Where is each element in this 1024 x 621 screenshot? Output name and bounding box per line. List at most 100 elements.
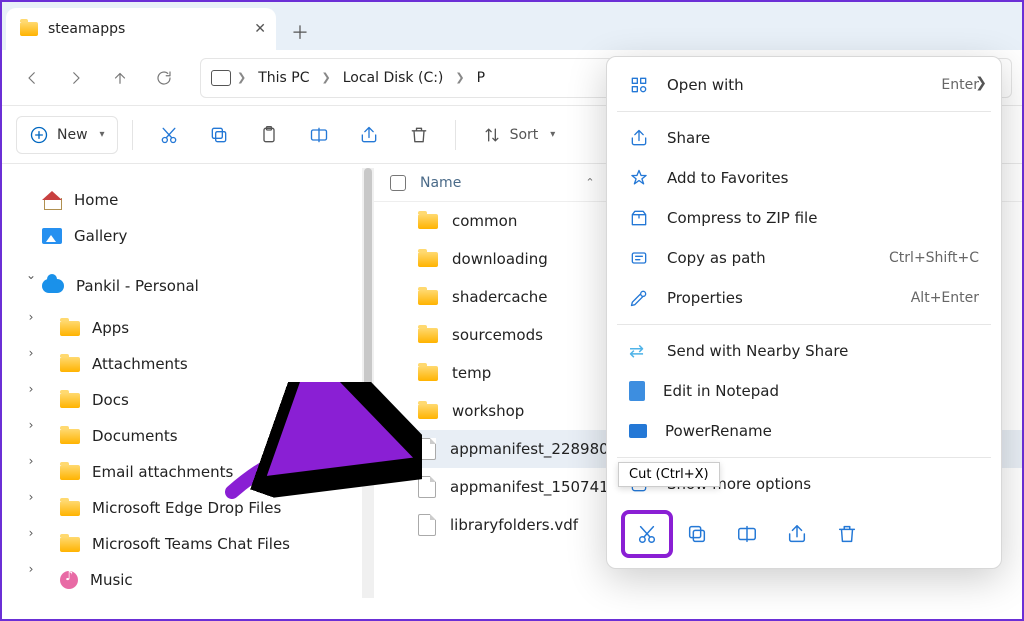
folder-icon [60,465,80,480]
shortcut: Alt+Enter [911,290,979,306]
cut-button[interactable] [147,116,191,154]
sidebar-home[interactable]: Home [20,182,362,218]
breadcrumb-item[interactable]: This PC [252,70,315,86]
separator [455,120,456,150]
ctx-properties[interactable]: Properties Alt+Enter [607,278,1001,318]
sidebar-label: Microsoft Edge Drop Files [92,499,281,517]
folder-icon [60,429,80,444]
tab-steamapps[interactable]: steamapps ✕ [6,8,276,50]
ctx-nearby-share[interactable]: ⇄Send with Nearby Share [607,331,1001,371]
tab-bar: steamapps ✕ ＋ [2,2,1022,50]
tab-title: steamapps [48,21,125,37]
ctx-copy-button[interactable] [675,514,719,554]
column-name[interactable]: Name [420,175,461,191]
tooltip-cut: Cut (Ctrl+X) [618,462,720,487]
sidebar-label: Email attachments [92,463,233,481]
ctx-notepad[interactable]: Edit in Notepad [607,371,1001,411]
file-name: downloading [452,250,548,268]
new-label: New [57,127,88,143]
ctx-powerrename[interactable]: PowerRename [607,411,1001,451]
folder-icon [418,328,438,343]
expand-icon[interactable]: › [24,526,38,540]
copy-button[interactable] [197,116,241,154]
chevron-right-icon: ❯ [322,71,331,84]
new-tab-button[interactable]: ＋ [282,14,318,50]
nav-pane: Home Gallery ⌄Pankil - Personal ›Apps ›A… [2,164,362,619]
share-button[interactable] [347,116,391,154]
select-all-checkbox[interactable] [390,175,406,191]
ctx-label: Share [667,129,710,147]
sort-button[interactable]: Sort ▾ [470,116,568,154]
sidebar-gallery[interactable]: Gallery [20,218,362,254]
sidebar-item[interactable]: Microsoft Edge Drop Files [20,490,362,526]
expand-icon[interactable]: › [24,418,38,432]
expand-icon[interactable]: › [24,382,38,396]
ctx-share[interactable]: Share [607,118,1001,158]
refresh-button[interactable] [144,58,184,98]
ctx-quick-actions [607,504,1001,560]
sidebar-onedrive[interactable]: Pankil - Personal [20,268,362,304]
sidebar-item[interactable]: Docs [20,382,362,418]
file-icon [418,514,436,536]
file-name: temp [452,364,491,382]
chevron-right-icon: ❯ [455,71,464,84]
sidebar-label: Documents [92,427,178,445]
sidebar-item[interactable]: Music [20,562,362,598]
ctx-open-with[interactable]: Open withEnter [607,65,1001,105]
notepad-icon [629,381,645,401]
sidebar-label: Apps [92,319,129,337]
file-name: libraryfolders.vdf [450,516,578,534]
folder-icon [418,290,438,305]
ctx-rename-button[interactable] [725,514,769,554]
folder-icon [60,537,80,552]
sidebar-item[interactable]: Email attachments [20,454,362,490]
back-button[interactable] [12,58,52,98]
chevron-right-icon: ❯ [975,75,987,91]
expand-icon[interactable]: › [24,562,38,576]
sidebar-label: Docs [92,391,129,409]
ctx-cut-button[interactable] [625,514,669,554]
forward-button[interactable] [56,58,96,98]
expand-icon[interactable]: › [24,454,38,468]
ctx-label: Copy as path [667,249,766,267]
ctx-delete-button[interactable] [825,514,869,554]
ctx-copy-path[interactable]: Copy as pathCtrl+Shift+C [607,238,1001,278]
powerrename-icon [629,424,647,438]
delete-button[interactable] [397,116,441,154]
sidebar-item[interactable]: Microsoft Teams Chat Files [20,526,362,562]
folder-icon [418,252,438,267]
close-tab-icon[interactable]: ✕ [254,21,266,37]
rename-button[interactable] [297,116,341,154]
folder-icon [60,357,80,372]
chevron-right-icon: ❯ [237,71,246,84]
pc-icon [211,70,231,86]
ctx-label: Properties [667,289,743,307]
sidebar-label: Pankil - Personal [76,277,199,295]
breadcrumb-item[interactable]: Local Disk (C:) [337,70,450,86]
ctx-label: Open with [667,76,744,94]
ctx-label: Compress to ZIP file [667,209,817,227]
up-button[interactable] [100,58,140,98]
sidebar-item[interactable]: Documents [20,418,362,454]
breadcrumb-item[interactable]: P [471,70,491,86]
expand-icon[interactable]: › [24,346,38,360]
ctx-compress[interactable]: Compress to ZIP file [607,198,1001,238]
file-icon [418,438,436,460]
context-menu: Open withEnter ❯ Share Add to Favorites … [606,56,1002,569]
expand-icon[interactable]: › [24,490,38,504]
paste-button[interactable] [247,116,291,154]
expand-icon[interactable]: › [24,310,38,324]
separator [132,120,133,150]
ctx-label: Edit in Notepad [663,382,779,400]
sidebar-item[interactable]: Apps [20,310,362,346]
sidebar-item[interactable]: Attachments [20,346,362,382]
ctx-label: PowerRename [665,422,772,440]
scrollbar[interactable] [362,168,374,598]
checkbox-checked[interactable]: ✓ [390,441,406,457]
ctx-share-button[interactable] [775,514,819,554]
chevron-down-icon: ▾ [550,129,555,140]
new-button[interactable]: New ▾ [16,116,118,154]
collapse-icon[interactable]: ⌄ [24,268,38,282]
ctx-favorites[interactable]: Add to Favorites [607,158,1001,198]
sidebar-label: Music [90,571,133,589]
